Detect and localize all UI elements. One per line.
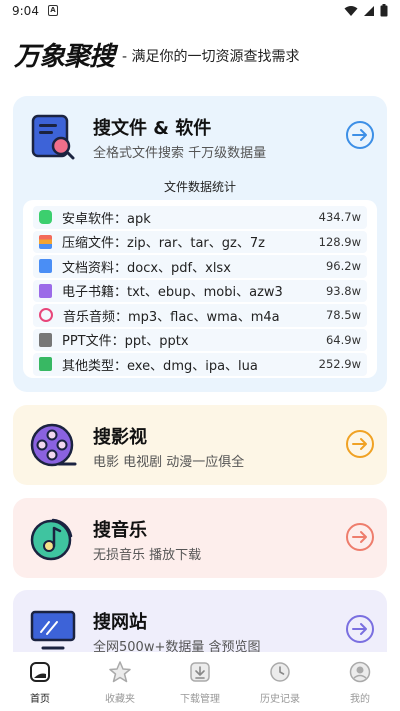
nav-label: 我的: [350, 694, 370, 705]
stat-row-music: 音乐音频：mp3、flac、wma、m4a 78.5w: [33, 304, 367, 327]
stat-count: 93.8w: [325, 283, 361, 298]
notification-badge-icon: A: [48, 5, 58, 16]
android-icon: [39, 210, 52, 225]
nav-label: 收藏夹: [105, 694, 135, 705]
card-title: 搜网站: [93, 612, 147, 633]
film-reel-icon: [30, 423, 77, 467]
nav-label: 历史记录: [260, 694, 300, 705]
nav-history[interactable]: 历史记录: [240, 652, 320, 711]
nav-home[interactable]: 首页: [0, 652, 80, 711]
profile-icon: [349, 661, 371, 683]
nav-label: 首页: [30, 694, 50, 705]
stat-count: 96.2w: [325, 259, 361, 274]
stat-label: 压缩文件：zip、rar、tar、gz、7z: [62, 236, 265, 252]
bottom-nav: 首页 收藏夹 下载管理 历史记录 我的: [0, 652, 400, 711]
stat-label: 其他类型：exe、dmg、ipa、lua: [62, 358, 258, 374]
app-header: 万象聚搜 - 满足你的一切资源查找需求: [14, 36, 386, 72]
search-video-card[interactable]: 搜影视 电影 电视剧 动漫一应俱全: [13, 405, 387, 485]
stat-count: 128.9w: [318, 234, 361, 249]
app-slogan: - 满足你的一切资源查找需求: [122, 49, 300, 65]
stat-row-document: 文档资料：docx、pdf、xlsx 96.2w: [33, 255, 367, 278]
stat-label: 音乐音频：mp3、flac、wma、m4a: [63, 309, 280, 325]
status-icons: [344, 4, 388, 17]
status-bar: 9:04 A: [0, 0, 400, 24]
file-search-icon: [31, 114, 75, 160]
card-title: 搜音乐: [93, 520, 147, 541]
stats-title: 文件数据统计: [163, 180, 236, 194]
search-files-card[interactable]: 搜文件 & 软件 全格式文件搜索 千万级数据量 文件数据统计 安卓软件：apk …: [13, 96, 387, 392]
stat-count: 64.9w: [325, 332, 361, 347]
card-subtitle: 电影 电视剧 动漫一应俱全: [93, 455, 245, 470]
signal-icon: [364, 5, 374, 16]
nav-favorites[interactable]: 收藏夹: [80, 652, 160, 711]
music-note-icon: [30, 518, 73, 561]
battery-icon: [380, 4, 388, 17]
arrow-right-circle-icon[interactable]: [345, 522, 375, 552]
download-icon: [190, 662, 210, 682]
stat-row-ppt: PPT文件：ppt、pptx 64.9w: [33, 328, 367, 351]
stat-row-other: 其他类型：exe、dmg、ipa、lua 252.9w: [33, 353, 367, 376]
music-disc-icon: [39, 308, 53, 323]
arrow-right-circle-icon[interactable]: [345, 429, 375, 459]
nav-label: 下载管理: [180, 694, 220, 705]
archive-icon: [39, 234, 52, 249]
arrow-right-circle-icon[interactable]: [345, 614, 375, 644]
book-icon: [39, 283, 52, 298]
stats-list: 安卓软件：apk 434.7w 压缩文件：zip、rar、tar、gz、7z 1…: [23, 200, 377, 378]
word-doc-icon: [39, 259, 52, 274]
card-title: 搜影视: [93, 427, 147, 448]
app-logo: 万象聚搜: [14, 41, 115, 72]
stat-count: 252.9w: [318, 357, 361, 372]
star-icon: [109, 661, 131, 683]
stat-label: 安卓软件：apk: [62, 211, 151, 227]
stat-row-archive: 压缩文件：zip、rar、tar、gz、7z 128.9w: [33, 230, 367, 253]
ppt-icon: [39, 332, 52, 347]
card-title: 搜文件 & 软件: [93, 118, 212, 139]
card-subtitle: 全格式文件搜索 千万级数据量: [93, 146, 267, 161]
card-subtitle: 无损音乐 播放下载: [93, 548, 202, 563]
status-time: 9:04: [12, 4, 39, 18]
stat-row-apk: 安卓软件：apk 434.7w: [33, 206, 367, 229]
stat-label: 文档资料：docx、pdf、xlsx: [62, 260, 231, 276]
home-icon: [30, 662, 50, 682]
stat-count: 78.5w: [325, 308, 361, 323]
nav-profile[interactable]: 我的: [320, 652, 400, 711]
stat-count: 434.7w: [318, 210, 361, 225]
history-icon: [270, 662, 290, 682]
search-music-card[interactable]: 搜音乐 无损音乐 播放下载: [13, 498, 387, 578]
stat-row-ebook: 电子书籍：txt、ebup、mobi、azw3 93.8w: [33, 279, 367, 302]
arrow-right-circle-icon[interactable]: [345, 120, 375, 150]
wifi-icon: [344, 5, 358, 16]
stat-label: PPT文件：ppt、pptx: [62, 334, 189, 350]
other-file-icon: [39, 357, 52, 372]
nav-downloads[interactable]: 下载管理: [160, 652, 240, 711]
stat-label: 电子书籍：txt、ebup、mobi、azw3: [62, 285, 283, 301]
monitor-icon: [30, 610, 76, 650]
